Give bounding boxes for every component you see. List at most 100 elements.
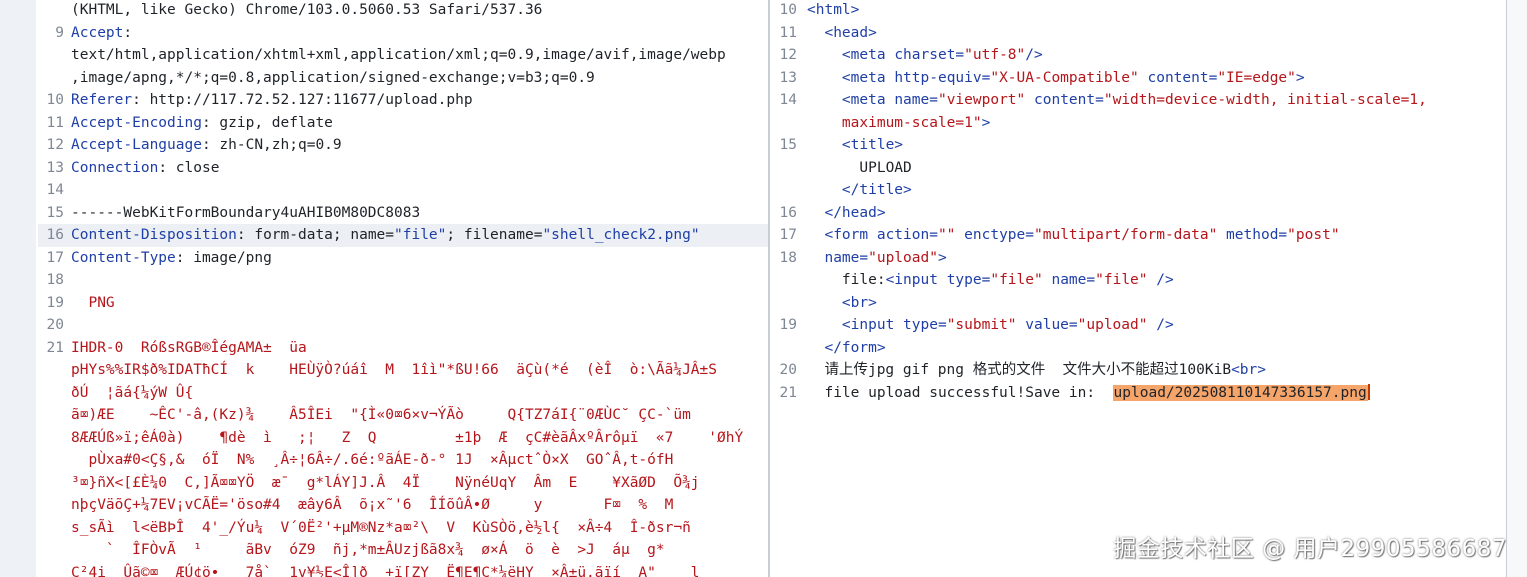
- code-token: s_sÃì l<ëBÞÎ 4'_/Ýu¼ V´0Ë²'+µM®Nz*a⌧²\ V…: [71, 519, 691, 536]
- code-token: </head>: [807, 204, 886, 221]
- response-line[interactable]: </title>: [771, 179, 1506, 202]
- response-line[interactable]: 18 name="upload">: [771, 247, 1506, 270]
- request-line[interactable]: s_sÃì l<ëBÞÎ 4'_/Ýu¼ V´0Ë²'+µM®Nz*a⌧²\ V…: [38, 517, 768, 540]
- text-caret: [1367, 383, 1370, 400]
- response-line[interactable]: 15 <title>: [771, 134, 1506, 157]
- request-line[interactable]: 8ÆÆÚß»ï;êÁ0à) ¶dè ì ;¦ Z Q ±1þ Æ çC#èãÂx…: [38, 427, 768, 450]
- line-code: Accept-Language: zh-CN,zh;q=0.9: [71, 134, 768, 157]
- request-line[interactable]: text/html,application/xhtml+xml,applicat…: [38, 44, 768, 67]
- code-token: "file": [394, 227, 447, 243]
- request-line[interactable]: 14: [38, 179, 768, 202]
- line-number: 13: [779, 69, 797, 86]
- response-line[interactable]: file:<input type="file" name="file" />: [771, 269, 1506, 292]
- response-editor[interactable]: 10 <html> 11 <head> 12 <meta charset="utf-8…: [771, 0, 1506, 577]
- response-line[interactable]: 17 <form action="" enctype="multipart/fo…: [771, 224, 1506, 247]
- line-code: <html>: [807, 0, 1506, 22]
- pane-divider[interactable]: [768, 0, 770, 577]
- code-token: :: [123, 24, 133, 41]
- request-line[interactable]: 18: [38, 269, 768, 292]
- code-token: >: [981, 114, 991, 131]
- line-code: (KHTML, like Gecko) Chrome/103.0.5060.53…: [71, 0, 768, 22]
- request-line[interactable]: 15 ------WebKitFormBoundary4uAHIB0M80DC80…: [38, 202, 768, 225]
- request-line[interactable]: 12 Accept-Language: zh-CN,zh;q=0.9: [38, 134, 768, 157]
- code-token: action=: [876, 227, 938, 243]
- response-line[interactable]: <br>: [771, 292, 1506, 315]
- response-line[interactable]: 19 <input type="submit" value="upload" /…: [771, 314, 1506, 337]
- request-line[interactable]: C²4i Ûã©⌧ ÆÚ¢ö• 7å` 1v¥½E<Î]ð +ï[ZY Ë¶E¶…: [38, 562, 768, 577]
- line-code: <title>: [807, 134, 1506, 157]
- code-token: />: [1147, 272, 1174, 288]
- request-line[interactable]: 16 Content-Disposition: form-data; name="…: [38, 224, 768, 247]
- code-token: "viewport": [937, 92, 1026, 108]
- request-editor[interactable]: (KHTML, like Gecko) Chrome/103.0.5060.53…: [38, 0, 768, 577]
- code-token: IHDR-0 RóßsRGB®ÎégAMA± üa: [71, 339, 307, 356]
- response-line[interactable]: UPLOAD: [771, 157, 1506, 180]
- line-code: <br>: [807, 292, 1506, 315]
- response-line[interactable]: 13 <meta http-equiv="X-UA-Compatible" co…: [771, 67, 1506, 90]
- request-line[interactable]: ³⌧}ñX<[£È¼0 C,]Ã⌧⌧YÖ æ¯ g*lÁY]J.Â 4Ï Nÿn…: [38, 472, 768, 495]
- line-code: Content-Disposition: form-data; name="fi…: [71, 224, 768, 247]
- line-number: 18: [46, 272, 64, 288]
- line-number: 10: [46, 92, 64, 108]
- response-line[interactable]: maximum-scale=1">: [771, 112, 1506, 135]
- line-number: 21: [46, 339, 64, 356]
- line-number: 13: [46, 159, 64, 176]
- line-number: 20: [779, 362, 797, 378]
- code-token: Accept: [71, 24, 124, 41]
- request-line[interactable]: 20: [38, 314, 768, 337]
- line-code: <input type="submit" value="upload" />: [807, 314, 1506, 337]
- request-line[interactable]: ðÚ ¦ãá{¼ýW Û{: [38, 382, 768, 405]
- code-token: ,image/apng,*/*;q=0.8,application/signed…: [71, 69, 595, 86]
- code-token: <br>: [1231, 362, 1266, 378]
- saved-path-highlight[interactable]: upload/202508110147336157.png: [1112, 384, 1368, 401]
- code-token: "file": [1095, 272, 1148, 288]
- code-token: />: [1147, 317, 1174, 333]
- code-token: content=: [1025, 92, 1104, 108]
- response-line[interactable]: 12 <meta charset="utf-8"/>: [771, 44, 1506, 67]
- line-code: s_sÃì l<ëBÞÎ 4'_/Ýu¼ V´0Ë²'+µM®Nz*a⌧²\ V…: [71, 517, 768, 540]
- request-line[interactable]: ã⌧)ÆE ~ÊC'-â,(Kz)¾ Â5ÎEi "{Ì«0⌧6×v¬ÝÃò Q…: [38, 404, 768, 427]
- code-token: pÙxa#0<Ç§,& óÏ N% ¸Â÷¦6Â÷/.6é:ºãÁE-ð-° 1…: [71, 452, 674, 468]
- request-line[interactable]: 21 IHDR-0 RóßsRGB®ÎégAMA± üa: [38, 337, 768, 360]
- line-number: 19: [779, 317, 797, 333]
- response-line[interactable]: 20 请上传jpg gif png 格式的文件 文件大小不能超过100KiB<b…: [771, 359, 1506, 382]
- request-line[interactable]: 10 Referer: http://117.72.52.127:11677/up…: [38, 89, 768, 112]
- request-line[interactable]: nþçVäõÇ+¼7EV¡vCÃË='öso#4 æây6Â õ¡x˜'6 ÎÍ…: [38, 494, 768, 517]
- line-code: Content-Type: image/png: [71, 247, 768, 270]
- request-line[interactable]: pÙxa#0<Ç§,& óÏ N% ¸Â÷¦6Â÷/.6é:ºãÁE-ð-° 1…: [38, 449, 768, 472]
- request-line[interactable]: (KHTML, like Gecko) Chrome/103.0.5060.53…: [38, 0, 768, 22]
- code-token: file upload successful!Save in:: [807, 384, 1113, 401]
- request-line[interactable]: 13 Connection: close: [38, 157, 768, 180]
- request-line[interactable]: 17 Content-Type: image/png: [38, 247, 768, 270]
- code-token: <title>: [807, 137, 904, 153]
- request-line[interactable]: pHYs%%IR$ð%IDATħCÍ k HEÙÿÒ?úáî M 1îì"*ßU…: [38, 359, 768, 382]
- request-line[interactable]: ` ÎFÒvÃ ¹ ãBv óZ9 ñj,*m±ÂUzjßã8x¾ ø×Á ö …: [38, 539, 768, 562]
- response-line[interactable]: 21 file upload successful!Save in: uploa…: [771, 382, 1506, 405]
- line-number: 17: [779, 227, 797, 243]
- line-number: 12: [779, 47, 797, 63]
- code-token: ³⌧}ñX<[£È¼0 C,]Ã⌧⌧YÖ æ¯ g*lÁY]J.Â 4Ï Nÿn…: [71, 474, 700, 491]
- request-line[interactable]: 9 Accept:: [38, 22, 768, 45]
- request-line[interactable]: 11 Accept-Encoding: gzip, deflate: [38, 112, 768, 135]
- code-token: pHYs%%IR$ð%IDATħCÍ k HEÙÿÒ?úáî M 1îì"*ßU…: [71, 362, 718, 378]
- right-scrollbar[interactable]: [1506, 0, 1527, 577]
- code-token: file:: [807, 272, 886, 288]
- code-token: : gzip, deflate: [201, 114, 333, 131]
- request-line[interactable]: ,image/apng,*/*;q=0.8,application/signed…: [38, 67, 768, 90]
- response-line[interactable]: 11 <head>: [771, 22, 1506, 45]
- code-token: name=: [1042, 272, 1096, 288]
- code-token: <meta: [807, 69, 895, 86]
- line-number: 17: [46, 249, 64, 266]
- code-token: ã⌧)ÆE ~ÊC'-â,(Kz)¾ Â5ÎEi "{Ì«0⌧6×v¬ÝÃò Q…: [71, 407, 691, 423]
- code-token: Connection: [71, 159, 159, 176]
- response-line[interactable]: 16 </head>: [771, 202, 1506, 225]
- response-line[interactable]: 10 <html>: [771, 0, 1506, 22]
- code-token: charset=: [894, 47, 965, 63]
- line-code: <meta name="viewport" content="width=dev…: [807, 89, 1506, 112]
- code-token: "upload": [1077, 317, 1148, 333]
- response-line[interactable]: 14 <meta name="viewport" content="width=…: [771, 89, 1506, 112]
- response-line[interactable]: </form>: [771, 337, 1506, 360]
- line-number: 15: [46, 204, 64, 221]
- request-line[interactable]: 19 PNG: [38, 292, 768, 315]
- code-token: "file": [990, 272, 1043, 288]
